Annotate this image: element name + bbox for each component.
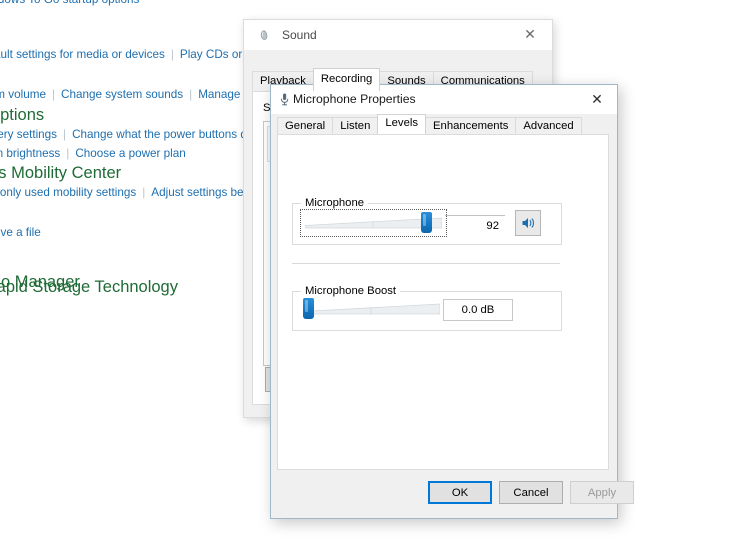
sound-title-label: Sound <box>282 28 317 42</box>
section-links-row2: screen brightness | Choose a power plan <box>0 144 247 163</box>
section-links: system volume | Change system sounds | Manag… <box>0 85 247 104</box>
link[interactable]: screen brightness <box>0 147 60 160</box>
link[interactable]: Change what the power buttons d <box>72 128 247 141</box>
section-heading: Play <box>0 25 252 45</box>
speaker-volume-icon <box>522 218 534 228</box>
levels-tab-panel: Microphone 92 Microphone Boost 0.0 dB <box>277 134 609 470</box>
link-separator: | <box>189 88 193 101</box>
tab-recording[interactable]: Recording <box>312 68 381 91</box>
tab-listen[interactable]: Listen <box>332 117 379 134</box>
microphone-group-label: Microphone <box>301 197 369 209</box>
backdrop-section-sound: d system volume | Change system sounds | Man… <box>0 65 247 104</box>
microphone-properties-window: Microphone Properties ✕ General Listen L… <box>270 84 634 519</box>
backdrop-section-power-options: er Options e battery settings|Change wha… <box>0 105 247 163</box>
section-heading: d <box>0 65 247 85</box>
backdrop-section-infrared: red r receive a file <box>0 203 41 242</box>
section-heading: dows Mobility Center <box>0 164 122 182</box>
sound-titlebar[interactable]: Sound ✕ <box>244 20 552 50</box>
mic-tabstrip: General Listen Levels Enhancements Advan… <box>277 114 582 134</box>
backdrop-section-mobility-center: dows Mobility Center commonly used mobil… <box>0 163 244 202</box>
ok-button[interactable]: OK <box>428 481 492 504</box>
section-links: e default settings for media or devices |… <box>0 45 252 64</box>
backdrop-section-rapid-storage: ® Rapid Storage Technology <box>0 277 178 297</box>
backdrop-trimmed-line: e Windows To Go startup options <box>0 0 139 6</box>
microphone-icon <box>278 92 291 106</box>
link[interactable]: Change system sounds <box>61 88 183 101</box>
boost-slider[interactable] <box>303 298 440 320</box>
slider-track <box>303 303 440 315</box>
boost-level-value[interactable]: 0.0 dB <box>443 299 513 321</box>
tab-enhancements[interactable]: Enhancements <box>425 117 517 134</box>
section-heading[interactable]: ® Rapid Storage Technology <box>0 277 178 297</box>
link[interactable]: Choose a power plan <box>75 147 185 160</box>
microphone-slider[interactable] <box>305 212 442 234</box>
close-icon[interactable]: ✕ <box>577 85 617 114</box>
link-separator: | <box>51 88 55 101</box>
section-heading: er Options <box>0 106 45 124</box>
backdrop-section-autoplay: Play e default settings for media or dev… <box>0 25 252 64</box>
link[interactable]: Adjust settings be <box>151 186 243 199</box>
microphone-level-value[interactable]: 92 <box>445 215 505 233</box>
boost-slider-thumb[interactable] <box>303 298 314 319</box>
link[interactable]: Play CDs or o <box>180 48 252 61</box>
section-divider <box>292 263 560 264</box>
section-heading: red <box>0 203 41 223</box>
tab-advanced[interactable]: Advanced <box>515 117 582 134</box>
microphone-slider-thumb[interactable] <box>420 212 432 233</box>
link[interactable]: e battery settings <box>0 128 57 141</box>
link[interactable]: e default settings for media or devices <box>0 48 165 61</box>
tab-levels[interactable]: Levels <box>377 114 427 134</box>
link[interactable]: Manage , <box>198 88 247 101</box>
microphone-boost-groupbox: Microphone Boost 0.0 dB <box>292 285 562 331</box>
dialog-button-row: OK Cancel Apply <box>271 472 634 518</box>
boost-group-label: Microphone Boost <box>301 285 401 297</box>
link-separator: | <box>170 48 174 61</box>
close-icon[interactable]: ✕ <box>508 20 552 50</box>
mute-toggle-button[interactable] <box>515 210 541 236</box>
microphone-groupbox: Microphone 92 <box>292 197 562 245</box>
cancel-button[interactable]: Cancel <box>499 481 563 504</box>
link-separator: | <box>63 128 67 141</box>
link[interactable]: commonly used mobility settings <box>0 186 136 199</box>
tab-general[interactable]: General <box>277 117 334 134</box>
section-links: commonly used mobility settings | Adjust s… <box>0 183 244 202</box>
section-links: r receive a file <box>0 223 41 242</box>
speaker-icon <box>258 28 272 42</box>
link-separator: | <box>66 147 70 160</box>
mic-title-label: Microphone Properties <box>293 92 416 106</box>
apply-button: Apply <box>570 481 634 504</box>
link-separator: | <box>142 186 146 199</box>
link[interactable]: system volume <box>0 88 46 101</box>
link[interactable]: r receive a file <box>0 226 41 239</box>
section-links: e battery settings | Change what the power… <box>0 125 247 144</box>
